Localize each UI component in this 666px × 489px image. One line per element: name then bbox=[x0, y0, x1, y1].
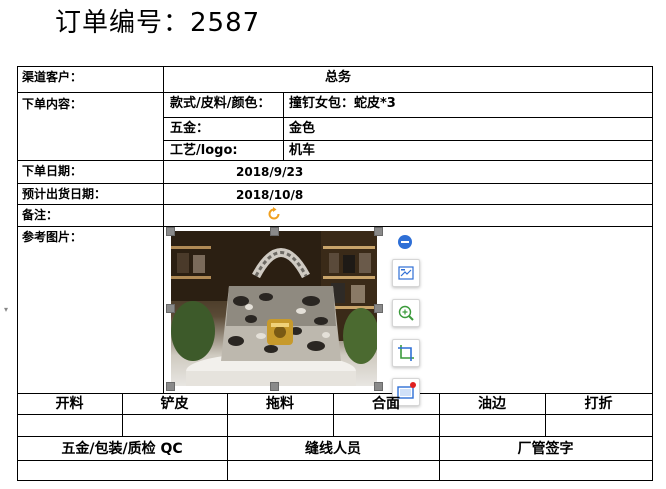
style-label: 款式/皮料/颜色： bbox=[170, 96, 271, 111]
zoom-button[interactable] bbox=[392, 299, 420, 327]
craft-label: 工艺/logo: bbox=[170, 143, 238, 158]
crop-icon bbox=[398, 345, 414, 361]
hardware-value: 金色 bbox=[289, 121, 316, 136]
footer-header-manager-sign: 厂管签字 bbox=[517, 441, 574, 457]
order-content-label: 下单内容： bbox=[22, 97, 83, 111]
process-header-folding: 打折 bbox=[584, 396, 613, 412]
process-header-edge-oil: 油边 bbox=[478, 396, 506, 412]
resize-handle-top-left[interactable] bbox=[166, 227, 175, 236]
order-number-title: 订单编号：2587 bbox=[55, 8, 261, 38]
customer-label: 渠道客户： bbox=[22, 70, 83, 84]
process-header-skiving: 铲皮 bbox=[160, 396, 189, 412]
resize-handle-bottom-right[interactable] bbox=[374, 382, 383, 391]
resize-handle-left[interactable] bbox=[166, 304, 175, 313]
hardware-label: 五金： bbox=[170, 121, 210, 136]
footer-header-stitching: 缝线人员 bbox=[305, 441, 361, 457]
reference-image-label: 参考图片： bbox=[22, 230, 83, 244]
process-header-joining: 合面 bbox=[372, 396, 400, 412]
handbag-photo[interactable] bbox=[171, 231, 377, 386]
resize-handle-bottom[interactable] bbox=[270, 382, 279, 391]
order-date-label: 下单日期： bbox=[22, 164, 83, 178]
resize-handle-right[interactable] bbox=[374, 304, 383, 313]
customer-value: 总务 bbox=[325, 70, 352, 85]
order-date-value: 2018/9/23 bbox=[236, 165, 304, 179]
zoom-icon bbox=[398, 305, 414, 321]
footer-header-qc: 五金/包装/质检 QC bbox=[61, 441, 183, 457]
ship-date-value: 2018/10/8 bbox=[236, 188, 304, 202]
resize-handle-top-right[interactable] bbox=[374, 227, 383, 236]
crop-button[interactable] bbox=[392, 339, 420, 367]
rotate-icon[interactable] bbox=[266, 206, 282, 222]
ship-date-label: 预计出货日期： bbox=[22, 187, 107, 201]
process-header-dragging: 拖料 bbox=[266, 396, 294, 412]
collapse-icon[interactable] bbox=[397, 234, 413, 250]
craft-value: 机车 bbox=[289, 143, 316, 158]
resize-handle-top[interactable] bbox=[270, 227, 279, 236]
resize-handle-bottom-left[interactable] bbox=[166, 382, 175, 391]
process-header-cutting: 开料 bbox=[55, 396, 84, 412]
style-value: 撞钉女包：蛇皮*3 bbox=[289, 96, 396, 111]
layout-options-icon bbox=[398, 266, 414, 280]
margin-marker: ▾ bbox=[4, 305, 9, 314]
layout-options-button[interactable] bbox=[392, 259, 420, 287]
remark-label: 备注： bbox=[22, 208, 59, 222]
